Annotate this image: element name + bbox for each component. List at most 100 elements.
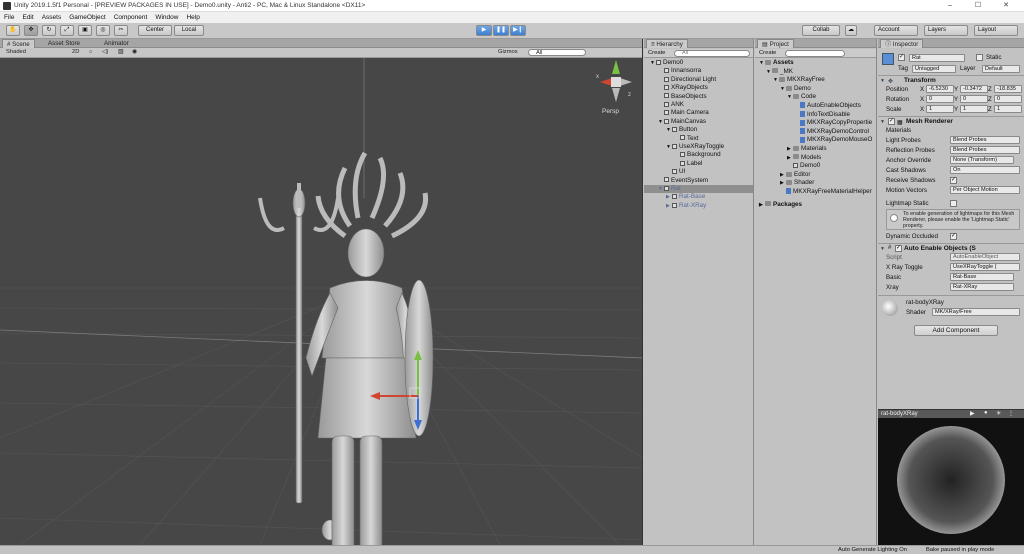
hierarchy-item[interactable]: ▼ Rat [644,185,753,193]
project-item[interactable]: MKXRayCopyPropertie [755,119,876,127]
hierarchy-item[interactable]: EventSystem [644,177,753,185]
reflection-probes-dropdown[interactable]: Blend Probes [950,146,1020,154]
transform-header[interactable]: ▼ ✥ Transform [878,75,1024,85]
menu-file[interactable]: File [4,14,14,21]
layout-dropdown[interactable]: Layout [974,25,1018,36]
lightmap-static-checkbox[interactable] [950,200,957,207]
project-item[interactable]: ▼ MKXRayFree [755,76,876,84]
project-item[interactable]: ▶ Packages [755,201,876,209]
project-item[interactable]: MKXRayFreeMaterialHelper [755,188,876,196]
tab-project[interactable]: ▤ Project [757,39,794,48]
material-preview[interactable] [878,418,1024,545]
xray-toggle-field[interactable]: UseXRayToggle ( [950,263,1020,271]
hierarchy-item[interactable]: ▶ Rat-Base [644,193,753,201]
menu-assets[interactable]: Assets [42,14,62,21]
maximize-button[interactable]: ☐ [964,0,992,12]
hierarchy-item[interactable]: ▼ UseXRayToggle [644,143,753,151]
materials-foldout[interactable]: Materials [886,127,911,134]
project-item[interactable]: MKXRayDemoControl [755,128,876,136]
project-item[interactable]: AutoEnableObjects [755,102,876,110]
account-dropdown[interactable]: Account [874,25,918,36]
hierarchy-item[interactable]: Directional Light [644,76,753,84]
collab-button[interactable]: Collab [802,25,840,36]
tag-dropdown[interactable]: Untagged [912,65,956,73]
project-search-input[interactable] [785,50,845,57]
close-button[interactable]: ✕ [992,0,1020,12]
pause-button[interactable]: ❚❚ [493,25,509,36]
hierarchy-item[interactable]: Background [644,151,753,159]
hierarchy-item[interactable]: Main Camera [644,109,753,117]
2d-toggle[interactable]: 2D [72,49,79,55]
menu-gameobject[interactable]: GameObject [69,14,106,21]
menu-edit[interactable]: Edit [22,14,33,21]
hierarchy-item[interactable]: BaseObjects [644,93,753,101]
project-item[interactable]: InfoTextDisable [755,111,876,119]
preview-play-icon[interactable]: ▶ [970,410,975,417]
tab-scene[interactable]: # Scene [2,39,35,48]
scale-z-field[interactable]: 1 [994,105,1022,113]
step-button[interactable]: ▶❙ [510,25,526,36]
project-item[interactable]: MKXRayDemoMouseO [755,136,876,144]
project-create-button[interactable]: Create [759,50,776,56]
hierarchy-create-button[interactable]: Create [648,50,665,56]
hierarchy-item[interactable]: ▼ Button [644,126,753,134]
position-y-field[interactable]: -0.3472 [960,85,988,93]
menu-help[interactable]: Help [186,14,199,21]
rotate-tool-button[interactable]: ↻ [42,25,56,36]
hierarchy-item[interactable]: ▼ Demo0 [644,59,753,67]
hierarchy-item[interactable]: Label [644,160,753,168]
pivot-local-button[interactable]: Local [174,25,204,36]
cast-shadows-dropdown[interactable]: On [950,166,1020,174]
project-item[interactable]: ▶ Materials [755,145,876,153]
layer-dropdown[interactable]: Default [982,65,1020,73]
mesh-renderer-header[interactable]: ▼ ✓ ▦ Mesh Renderer [878,116,1024,126]
active-checkbox[interactable]: ✓ [898,54,905,61]
static-checkbox[interactable] [976,54,983,61]
orientation-gizmo[interactable]: y x z Persp [596,58,632,115]
menu-window[interactable]: Window [155,14,178,21]
shading-dropdown[interactable]: Shaded [6,49,26,55]
scale-x-field[interactable]: 1 [926,105,954,113]
object-name-field[interactable]: Rat [909,54,965,62]
project-item[interactable]: ▶ Models [755,154,876,162]
gizmos-dropdown[interactable]: Gizmos [498,49,518,55]
scale-tool-button[interactable]: ⤢ [60,25,74,36]
layers-dropdown[interactable]: Layers [924,25,968,36]
hierarchy-item[interactable]: ▼ MainCanvas [644,118,753,126]
project-item[interactable]: ▼ Code [755,93,876,101]
rotation-z-field[interactable]: 0 [994,95,1022,103]
hierarchy-item[interactable]: Text [644,135,753,143]
preview-light-icon[interactable]: ☀ [996,410,1001,417]
scale-y-field[interactable]: 1 [960,105,988,113]
project-item[interactable]: ▼ Demo [755,85,876,93]
preview-mesh-icon[interactable]: ● [984,410,988,416]
rect-tool-button[interactable]: ▣ [78,25,92,36]
tab-asset-store[interactable]: Asset Store [44,39,84,48]
play-button[interactable]: ▶ [476,25,492,36]
audio-icon[interactable]: ◁) [102,49,108,55]
menu-component[interactable]: Component [114,14,148,21]
motion-vectors-dropdown[interactable]: Per Object Motion [950,186,1020,194]
effects-icon[interactable]: ▧ [118,49,123,55]
rotation-x-field[interactable]: 0 [926,95,954,103]
scene-search-input[interactable]: All [528,49,586,56]
hierarchy-item[interactable]: ▶ Rat-XRay [644,202,753,210]
move-tool-button[interactable]: ✥ [24,25,38,36]
hierarchy-item[interactable]: Innansorra [644,67,753,75]
project-item[interactable]: ▶ Editor [755,171,876,179]
auto-enable-checkbox[interactable]: ✓ [895,245,902,252]
project-item[interactable]: ▼ _MK [755,68,876,76]
transform-tool-button[interactable]: ◎ [96,25,110,36]
hierarchy-item[interactable]: XRayObjects [644,84,753,92]
xray-field[interactable]: Rat-XRay [950,283,1014,291]
add-component-button[interactable]: Add Component [914,325,998,336]
custom-tool-button[interactable]: ✂ [114,25,128,36]
position-z-field[interactable]: -18.835 [994,85,1022,93]
basic-field[interactable]: Rat-Base [950,273,1014,281]
shader-dropdown[interactable]: MK/XRay/Free [932,308,1020,316]
hand-tool-button[interactable]: ✋ [6,25,20,36]
tab-animator[interactable]: Animator [100,39,133,48]
mesh-renderer-enabled-checkbox[interactable]: ✓ [888,118,895,125]
character-model[interactable] [258,151,434,545]
hierarchy-search-input[interactable]: All [674,50,750,57]
